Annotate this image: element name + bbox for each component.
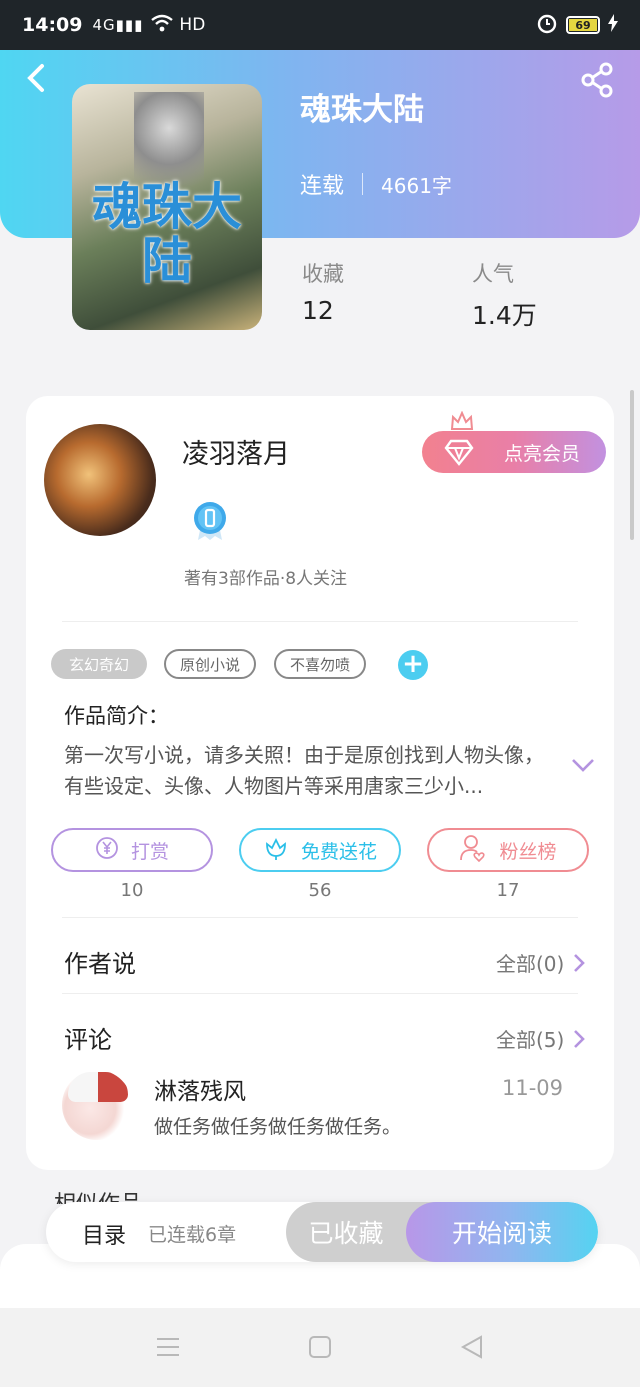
plus-icon[interactable]: + bbox=[398, 650, 428, 680]
stat-favorites-value: 12 bbox=[302, 296, 334, 325]
wifi-icon bbox=[151, 14, 174, 37]
book-word-count: 4661字 bbox=[381, 173, 452, 198]
free-flower-button[interactable]: 免费送花 bbox=[239, 828, 401, 872]
reward-button[interactable]: 打赏 bbox=[51, 828, 213, 872]
chevron-down-icon[interactable] bbox=[570, 756, 596, 774]
book-detail-card: 凌羽落月 点亮会员 著有3部作品·8人关注 玄幻奇幻 原创小说 不喜勿喷 + 作… bbox=[26, 396, 614, 1170]
flower-count: 56 bbox=[308, 880, 332, 901]
signal-label: 4G bbox=[92, 16, 116, 34]
collected-label: 已收藏 bbox=[308, 1219, 384, 1248]
tag-no-flame[interactable]: 不喜勿喷 bbox=[274, 649, 366, 679]
comment-text[interactable]: 做任务做任务做任务做任务。 bbox=[154, 1112, 401, 1139]
crown-icon bbox=[450, 410, 474, 431]
system-nav-bar bbox=[0, 1308, 640, 1387]
divider bbox=[62, 993, 578, 994]
reward-count: 10 bbox=[120, 880, 144, 901]
charging-icon bbox=[608, 13, 618, 37]
tag-original[interactable]: 原创小说 bbox=[164, 649, 256, 679]
fans-ranking-button[interactable]: 粉丝榜 bbox=[427, 828, 589, 872]
book-title: 魂珠大陆 bbox=[300, 92, 424, 128]
chevron-right-icon bbox=[572, 1028, 586, 1050]
intro-text[interactable]: 第一次写小说，请多关照！由于是原创找到人物头像，有些设定、头像、人物图片等采用唐… bbox=[64, 740, 544, 802]
comments-more-label: 全部(5) bbox=[496, 1028, 565, 1052]
battery-level: 69 bbox=[569, 19, 597, 32]
network-label: HD bbox=[179, 15, 206, 35]
menu-icon[interactable] bbox=[155, 1334, 181, 1360]
divider bbox=[62, 917, 578, 918]
status-bar: 14:09 4G▮▮▮ HD 69 bbox=[0, 0, 640, 50]
author-says-title: 作者说 bbox=[64, 950, 136, 978]
flower-icon bbox=[263, 836, 289, 865]
toc-button[interactable]: 目录 bbox=[82, 1218, 126, 1250]
start-reading-label: 开始阅读 bbox=[451, 1219, 552, 1248]
comments-title: 评论 bbox=[64, 1026, 112, 1054]
book-status: 连载 bbox=[300, 174, 345, 199]
cover-title: 魂珠大陆 bbox=[92, 177, 242, 290]
signal-icon: 4G▮▮▮ bbox=[92, 16, 144, 34]
back-triangle-icon[interactable] bbox=[459, 1334, 485, 1360]
tag-genre[interactable]: 玄幻奇幻 bbox=[51, 649, 147, 679]
free-flower-label: 免费送花 bbox=[300, 840, 377, 863]
start-reading-button[interactable]: 开始阅读 bbox=[406, 1202, 598, 1262]
alarm-icon bbox=[536, 12, 558, 39]
author-works-summary: 著有3部作品·8人关注 bbox=[184, 569, 348, 589]
chevron-right-icon bbox=[572, 952, 586, 974]
book-cover[interactable]: 魂珠大陆 bbox=[72, 84, 262, 330]
toc-chapter-count[interactable]: 已连载6章 bbox=[148, 1220, 236, 1247]
home-icon[interactable] bbox=[307, 1334, 333, 1360]
status-time: 14:09 bbox=[22, 14, 83, 36]
author-says-more[interactable]: 全部(0) bbox=[496, 948, 586, 977]
stat-favorites-label: 收藏 bbox=[302, 262, 344, 286]
comment-date: 11-09 bbox=[502, 1076, 564, 1100]
divider bbox=[62, 621, 578, 622]
author-says-more-label: 全部(0) bbox=[496, 952, 565, 976]
back-arrow-icon[interactable] bbox=[24, 62, 52, 94]
stat-popularity-value: 1.4万 bbox=[472, 301, 537, 330]
fans-ranking-label: 粉丝榜 bbox=[499, 840, 557, 863]
meta-divider bbox=[362, 173, 364, 195]
intro-title: 作品简介： bbox=[64, 704, 169, 728]
diamond-icon bbox=[444, 438, 474, 466]
book-meta: 连载 4661字 bbox=[300, 168, 452, 200]
vip-button[interactable]: 点亮会员 bbox=[422, 431, 606, 473]
comment-username[interactable]: 淋落残风 bbox=[154, 1072, 246, 1106]
yen-icon bbox=[95, 836, 119, 865]
author-name[interactable]: 凌羽落月 bbox=[182, 432, 290, 471]
share-icon[interactable] bbox=[580, 62, 616, 98]
user-heart-icon bbox=[459, 834, 487, 867]
vip-button-label: 点亮会员 bbox=[503, 442, 580, 465]
reward-label: 打赏 bbox=[130, 840, 169, 863]
badge-icon[interactable] bbox=[192, 500, 228, 540]
battery-icon: 69 bbox=[566, 16, 600, 34]
stat-popularity-label: 人气 bbox=[472, 262, 514, 286]
avatar-hair bbox=[68, 1072, 128, 1102]
scrollbar[interactable] bbox=[630, 390, 634, 540]
author-avatar[interactable] bbox=[44, 424, 156, 536]
bottom-action-bar: 目录 已连载6章 已收藏 开始阅读 bbox=[46, 1202, 598, 1262]
comments-more[interactable]: 全部(5) bbox=[496, 1024, 586, 1053]
comment-avatar[interactable] bbox=[62, 1070, 132, 1140]
fans-count: 17 bbox=[496, 880, 520, 901]
